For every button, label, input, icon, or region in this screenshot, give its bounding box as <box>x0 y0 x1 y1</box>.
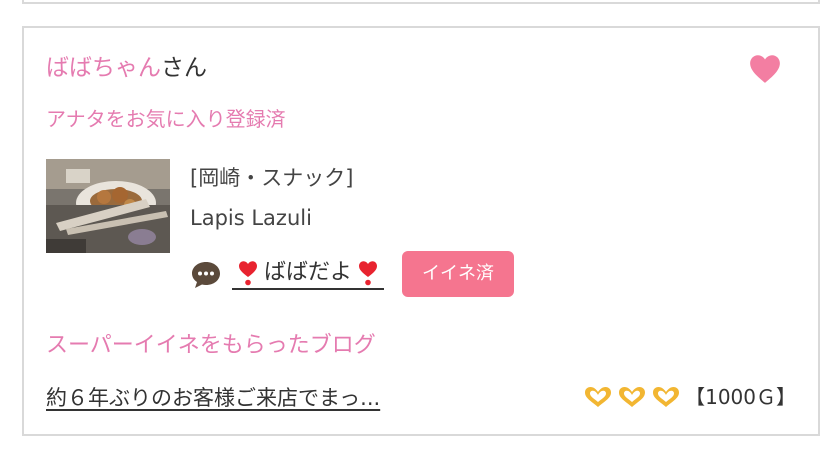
shop-category: [岡崎・スナック] <box>190 166 354 190</box>
heart-exclamation-icon <box>359 261 378 286</box>
reward-amount: 【1000Ｇ】 <box>685 385 796 409</box>
previous-card-edge <box>22 0 820 4</box>
blog-heading: スーパーイイネをもらったブログ <box>46 333 376 358</box>
iine-done-button[interactable]: イイネ済 <box>402 251 515 297</box>
reward: 【1000Ｇ】 <box>583 382 796 412</box>
super-iine-card: ばばちゃんさん アナタをお気に入り登録済 [岡崎・スナック] Lapis Laz… <box>22 26 820 436</box>
comment-text: ばばだよ <box>264 260 353 285</box>
heart-hands-icon <box>653 387 680 407</box>
shop-name-link[interactable]: Lapis Lazuli <box>190 204 312 232</box>
heart-exclamation-icon <box>239 261 257 286</box>
heart-hands-icon <box>585 387 612 407</box>
heart-icon[interactable] <box>748 52 782 86</box>
comment-link[interactable]: ばばだよ <box>232 258 385 290</box>
blog-title-link[interactable]: 約６年ぶりのお客様ご来店でまっ... <box>46 384 380 412</box>
shop-photo[interactable] <box>46 159 170 253</box>
user-suffix: さん <box>161 55 207 81</box>
heart-hands-icon <box>619 387 646 407</box>
favorite-status: アナタをお気に入り登録済 <box>46 107 286 131</box>
user-name-link[interactable]: ばばちゃん <box>46 55 161 81</box>
comment-row: ばばだよ イイネ済 <box>190 250 515 298</box>
user-line: ばばちゃんさん <box>46 54 207 82</box>
speech-bubble-icon <box>192 262 220 288</box>
